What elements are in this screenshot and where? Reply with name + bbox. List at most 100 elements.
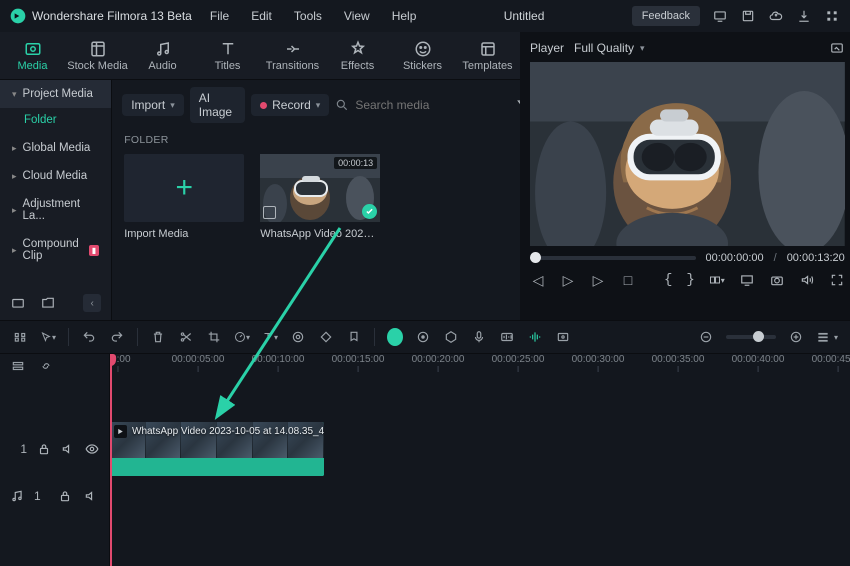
export-icon[interactable]	[796, 8, 812, 24]
new-badge: ▮	[89, 245, 99, 256]
tab-audio[interactable]: Audio	[130, 32, 195, 79]
color-icon[interactable]	[290, 329, 306, 345]
track-body[interactable]: 00:00 00:00:05:00 00:00:10:00 00:00:15:0…	[110, 354, 850, 566]
snapshot-icon[interactable]	[829, 40, 845, 56]
volume-icon[interactable]	[799, 272, 815, 288]
media-grid: + Import Media	[112, 150, 520, 244]
scrub-handle[interactable]	[530, 252, 541, 263]
delete-icon[interactable]	[150, 329, 166, 345]
playhead[interactable]	[110, 354, 112, 566]
track-view-dropdown[interactable]: ▾	[816, 330, 838, 344]
import-button[interactable]: Import▾	[122, 94, 184, 116]
mark-in-icon[interactable]: {	[664, 272, 672, 288]
search-input[interactable]	[355, 98, 510, 112]
tab-effects[interactable]: Effects	[325, 32, 390, 79]
display-icon[interactable]	[739, 272, 755, 288]
menu-tools[interactable]: Tools	[294, 9, 322, 23]
new-bin-icon[interactable]	[40, 295, 56, 311]
mic-icon[interactable]	[471, 329, 487, 345]
time-ruler[interactable]: 00:00 00:00:05:00 00:00:10:00 00:00:15:0…	[110, 354, 850, 378]
menu-help[interactable]: Help	[392, 9, 417, 23]
track-visibility-icon[interactable]	[85, 441, 99, 457]
titlebar-right: Feedback	[632, 6, 840, 26]
apps-icon[interactable]	[824, 8, 840, 24]
keyframe-icon[interactable]	[318, 329, 334, 345]
zoom-out-icon[interactable]	[698, 329, 714, 345]
text-icon[interactable]: ▾	[262, 329, 278, 345]
record-button[interactable]: Record▾	[251, 94, 329, 116]
auto-beat-icon[interactable]	[527, 329, 543, 345]
stop-icon[interactable]: □	[620, 272, 636, 288]
mask-icon[interactable]	[443, 329, 459, 345]
device-icon[interactable]	[712, 8, 728, 24]
undo-icon[interactable]	[81, 329, 97, 345]
timeline-toolbar: ▾ ▾ ▾ ▾	[0, 320, 850, 354]
speed-icon[interactable]: ▾	[234, 329, 250, 345]
quality-dropdown[interactable]: Full Quality▾	[574, 41, 645, 55]
camera-icon[interactable]	[769, 272, 785, 288]
cloud-upload-icon[interactable]	[768, 8, 784, 24]
player-label: Player	[530, 41, 564, 55]
import-media-tile[interactable]: + Import Media	[124, 154, 244, 240]
sidebar-item-cloud-media[interactable]: ▸Cloud Media	[0, 162, 111, 190]
track-add-icon[interactable]	[10, 358, 26, 374]
marker-icon[interactable]	[346, 329, 362, 345]
tab-templates[interactable]: Templates	[455, 32, 520, 79]
scrub-bar: 00:00:00:00 / 00:00:13:20	[530, 252, 845, 264]
track-lock-icon[interactable]	[37, 441, 51, 457]
audio-track-header[interactable]: 1	[0, 476, 109, 516]
media-clip-tile[interactable]: 00:00:13 WhatsApp Video 2023-10-05...	[260, 154, 380, 240]
new-folder-icon[interactable]	[10, 295, 26, 311]
mark-out-icon[interactable]: }	[686, 272, 694, 288]
stickers-icon	[414, 40, 432, 58]
sidebar-item-adjustment-layer[interactable]: ▸Adjustment La...	[0, 190, 111, 230]
video-track-header[interactable]: 1	[0, 422, 109, 476]
video-clip[interactable]: WhatsApp Video 2023-10-05 at 14.08.35_4b…	[110, 422, 324, 476]
sidebar-folder-active[interactable]: Folder	[0, 108, 111, 134]
select-tool-icon[interactable]: ▾	[40, 329, 56, 345]
sidebar-item-project-media[interactable]: ▾Project Media	[0, 80, 111, 108]
menu-file[interactable]: File	[210, 9, 229, 23]
split-icon[interactable]	[178, 329, 194, 345]
titlebar: Wondershare Filmora 13 Beta File Edit To…	[0, 0, 850, 32]
effects-icon	[349, 40, 367, 58]
compare-icon[interactable]: ▾	[709, 272, 725, 288]
render-icon[interactable]	[555, 329, 571, 345]
zoom-in-icon[interactable]	[788, 329, 804, 345]
feedback-button[interactable]: Feedback	[632, 6, 700, 26]
tab-media[interactable]: Media	[0, 32, 65, 79]
titles-icon	[219, 40, 237, 58]
preview-video[interactable]	[530, 62, 845, 246]
ai-image-button[interactable]: AI Image	[190, 87, 245, 123]
tab-titles[interactable]: Titles	[195, 32, 260, 79]
ai-face-icon[interactable]	[387, 329, 403, 345]
app-logo-icon	[10, 8, 26, 24]
tab-stock-media[interactable]: Stock Media	[65, 32, 130, 79]
magnet-icon[interactable]	[12, 329, 28, 345]
track-link-icon[interactable]	[38, 358, 54, 374]
collapse-sidebar-button[interactable]: ‹	[83, 294, 101, 312]
sidebar-item-compound-clip[interactable]: ▸Compound Clip▮	[0, 230, 111, 270]
tab-transitions[interactable]: Transitions	[260, 32, 325, 79]
video-track[interactable]: WhatsApp Video 2023-10-05 at 14.08.35_4b…	[110, 422, 850, 476]
crop-icon[interactable]	[206, 329, 222, 345]
menu-view[interactable]: View	[344, 9, 370, 23]
zoom-slider[interactable]	[726, 335, 776, 339]
track-motion-icon[interactable]	[415, 329, 431, 345]
prev-frame-icon[interactable]: ◁	[530, 272, 546, 288]
sidebar-item-global-media[interactable]: ▸Global Media	[0, 134, 111, 162]
audio-track-lock-icon[interactable]	[57, 488, 73, 504]
tab-stickers[interactable]: Stickers	[390, 32, 455, 79]
fullscreen-icon[interactable]	[829, 272, 845, 288]
menu-edit[interactable]: Edit	[251, 9, 272, 23]
sidebar-footer: ‹	[0, 286, 111, 320]
track-mute-icon[interactable]	[61, 441, 75, 457]
audio-track-mute-icon[interactable]	[83, 488, 99, 504]
track-headers: 1 1	[0, 354, 110, 566]
save-icon[interactable]	[740, 8, 756, 24]
scrub-track[interactable]	[530, 256, 696, 260]
redo-icon[interactable]	[109, 329, 125, 345]
play-icon[interactable]: ▷	[560, 272, 576, 288]
audio-mixer-icon[interactable]	[499, 329, 515, 345]
play-forward-icon[interactable]: ▷	[590, 272, 606, 288]
